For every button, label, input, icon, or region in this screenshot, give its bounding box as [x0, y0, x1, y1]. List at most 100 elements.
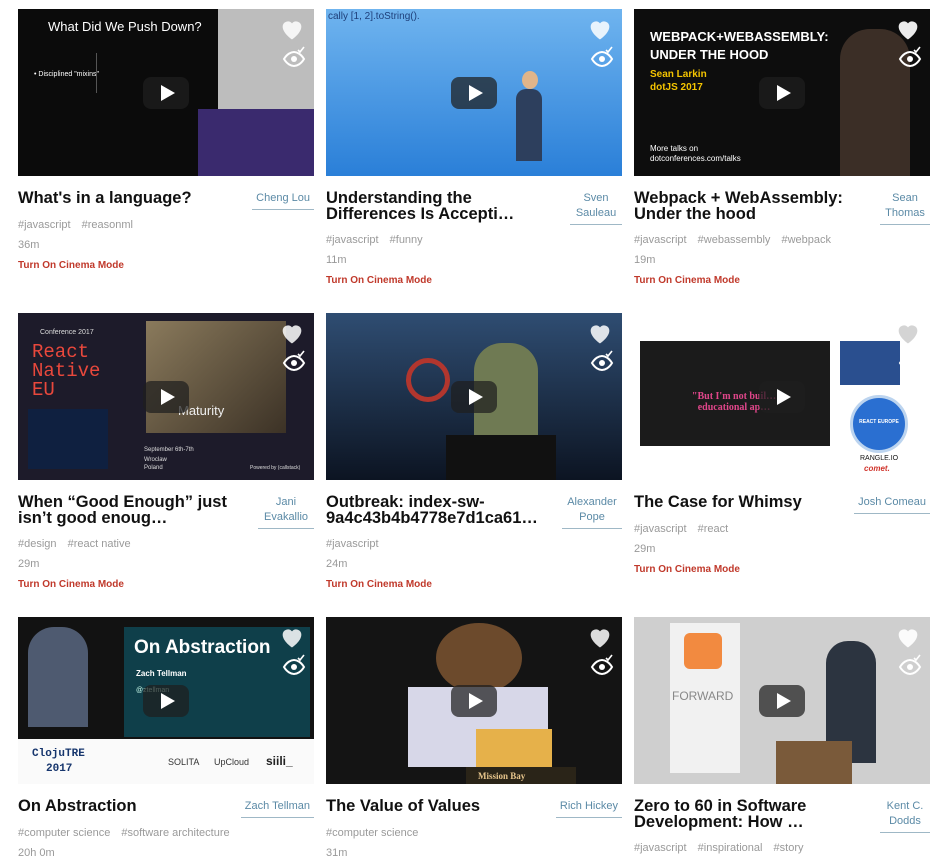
video-card[interactable]: Outbreak: index-sw-9a4c43b4b4778e7d1ca61… — [326, 313, 622, 590]
speaker-link[interactable]: Josh Comeau — [854, 495, 930, 514]
video-card[interactable]: FORWARD Zero to 60 in Software Developme… — [634, 617, 930, 854]
slide-title: UNDER THE HOOD — [650, 47, 769, 62]
tag-link[interactable]: #reasonml — [82, 219, 133, 231]
tag-link[interactable]: #javascript — [634, 234, 687, 246]
tag-link[interactable]: #software architecture — [121, 827, 229, 839]
heart-icon[interactable] — [586, 15, 614, 43]
speaker-link[interactable]: Jani Evakallio — [258, 495, 314, 529]
play-button[interactable] — [451, 684, 497, 717]
eye-check-icon[interactable] — [282, 653, 306, 675]
video-title[interactable]: The Value of Values — [326, 798, 556, 818]
duration: 19m — [634, 254, 656, 266]
tag-link[interactable]: #webpack — [781, 234, 831, 246]
video-title[interactable]: Outbreak: index-sw-9a4c43b4b4778e7d1ca61… — [326, 494, 558, 529]
tag-link[interactable]: #webassembly — [698, 234, 771, 246]
play-button[interactable] — [143, 76, 189, 109]
speaker-link[interactable]: Zach Tellman — [240, 799, 314, 818]
video-title[interactable]: Zero to 60 in Software Development: How … — [634, 798, 866, 833]
speaker-link[interactable]: Rich Hickey — [555, 799, 622, 818]
tag-link[interactable]: #design — [18, 538, 57, 550]
video-card[interactable]: Conference 2017 React Native EU Maturity… — [18, 313, 314, 590]
eye-check-icon[interactable] — [282, 45, 306, 67]
eye-check-icon[interactable] — [898, 349, 922, 371]
eye-check-icon[interactable] — [590, 653, 614, 675]
video-thumbnail[interactable]: Mission Bay — [326, 617, 622, 784]
play-icon — [160, 692, 175, 709]
play-button[interactable] — [759, 380, 805, 413]
video-title[interactable]: Understanding the Differences Is Accepti… — [326, 190, 558, 225]
slide-text: Wroclaw — [144, 457, 167, 463]
slide-text: FORWARD — [672, 689, 734, 703]
video-title[interactable]: What's in a language? — [18, 190, 250, 210]
video-card[interactable]: On Abstraction Zach Tellman @ztellman Cl… — [18, 617, 314, 859]
video-card[interactable]: cally [1, 2].toString(). Understanding t… — [326, 9, 622, 286]
eye-check-icon[interactable] — [590, 45, 614, 67]
tag-link[interactable]: #javascript — [326, 538, 379, 550]
video-thumbnail[interactable]: What Did We Push Down? • Disciplined "mi… — [18, 9, 314, 176]
speaker-link[interactable]: Sean Thomas — [880, 191, 930, 225]
video-title[interactable]: On Abstraction — [18, 798, 241, 818]
play-button[interactable] — [759, 684, 805, 717]
cinema-mode-toggle[interactable]: Turn On Cinema Mode — [326, 579, 622, 590]
video-thumbnail[interactable]: FORWARD — [634, 617, 930, 784]
tag-link[interactable]: #inspirational — [698, 842, 763, 854]
tag-link[interactable]: #javascript — [326, 234, 379, 246]
speaker-link[interactable]: Alexander Pope — [562, 495, 622, 529]
video-card[interactable]: "But I'm not buil… educational ap… REACT… — [634, 313, 930, 575]
video-thumbnail[interactable] — [326, 313, 622, 480]
video-thumbnail[interactable]: cally [1, 2].toString(). — [326, 9, 622, 176]
cinema-mode-toggle[interactable]: Turn On Cinema Mode — [18, 260, 314, 271]
video-title[interactable]: The Case for Whimsy — [634, 494, 854, 514]
slide-text: September 6th-7th — [144, 447, 194, 453]
heart-icon[interactable] — [894, 623, 922, 651]
video-thumbnail[interactable]: "But I'm not buil… educational ap… REACT… — [634, 313, 930, 480]
slide-text: ClojuTRE — [32, 748, 85, 760]
tag-link[interactable]: #javascript — [18, 219, 71, 231]
play-icon — [776, 692, 791, 709]
eye-check-icon[interactable] — [282, 349, 306, 371]
eye-check-icon[interactable] — [898, 653, 922, 675]
heart-icon[interactable] — [586, 623, 614, 651]
tag-link[interactable]: #funny — [390, 234, 423, 246]
play-button[interactable] — [759, 76, 805, 109]
video-thumbnail[interactable]: On Abstraction Zach Tellman @ztellman Cl… — [18, 617, 314, 784]
speaker-link[interactable]: Cheng Lou — [252, 191, 314, 210]
video-card[interactable]: WEBPACK+WEBASSEMBLY: UNDER THE HOOD Sean… — [634, 9, 930, 286]
eye-check-icon[interactable] — [898, 45, 922, 67]
play-button[interactable] — [451, 76, 497, 109]
video-thumbnail[interactable]: WEBPACK+WEBASSEMBLY: UNDER THE HOOD Sean… — [634, 9, 930, 176]
duration: 20h 0m — [18, 847, 55, 859]
slide-text: • Disciplined "mixins" — [34, 71, 99, 78]
play-button[interactable] — [143, 684, 189, 717]
heart-icon[interactable] — [894, 15, 922, 43]
speaker-link[interactable]: Kent C. Dodds — [880, 799, 930, 833]
speaker-link[interactable]: Sven Sauleau — [570, 191, 622, 225]
video-title[interactable]: Webpack + WebAssembly: Under the hood — [634, 190, 866, 225]
cinema-mode-toggle[interactable]: Turn On Cinema Mode — [634, 564, 930, 575]
tag-link[interactable]: #computer science — [326, 827, 418, 839]
slide-text: comet. — [864, 464, 890, 473]
cinema-mode-toggle[interactable]: Turn On Cinema Mode — [634, 275, 930, 286]
duration: 29m — [634, 543, 656, 555]
video-card[interactable]: What Did We Push Down? • Disciplined "mi… — [18, 9, 314, 271]
heart-icon[interactable] — [894, 319, 922, 347]
video-card[interactable]: Mission Bay The Value of Values Rich Hic… — [326, 617, 622, 859]
heart-icon[interactable] — [278, 319, 306, 347]
play-button[interactable] — [451, 380, 497, 413]
tag-link[interactable]: #computer science — [18, 827, 110, 839]
tag-link[interactable]: #story — [774, 842, 804, 854]
eye-check-icon[interactable] — [590, 349, 614, 371]
tag-link[interactable]: #react — [698, 523, 729, 535]
heart-icon[interactable] — [586, 319, 614, 347]
video-title[interactable]: When “Good Enough” just isn’t good enoug… — [18, 494, 250, 529]
heart-icon[interactable] — [278, 15, 306, 43]
tag-link[interactable]: #javascript — [634, 523, 687, 535]
tag-link[interactable]: #javascript — [634, 842, 687, 854]
cinema-mode-toggle[interactable]: Turn On Cinema Mode — [326, 275, 622, 286]
cinema-mode-toggle[interactable]: Turn On Cinema Mode — [18, 579, 314, 590]
tag-link[interactable]: #react native — [68, 538, 131, 550]
duration: 24m — [326, 558, 348, 570]
video-thumbnail[interactable]: Conference 2017 React Native EU Maturity… — [18, 313, 314, 480]
play-button[interactable] — [143, 380, 189, 413]
heart-icon[interactable] — [278, 623, 306, 651]
